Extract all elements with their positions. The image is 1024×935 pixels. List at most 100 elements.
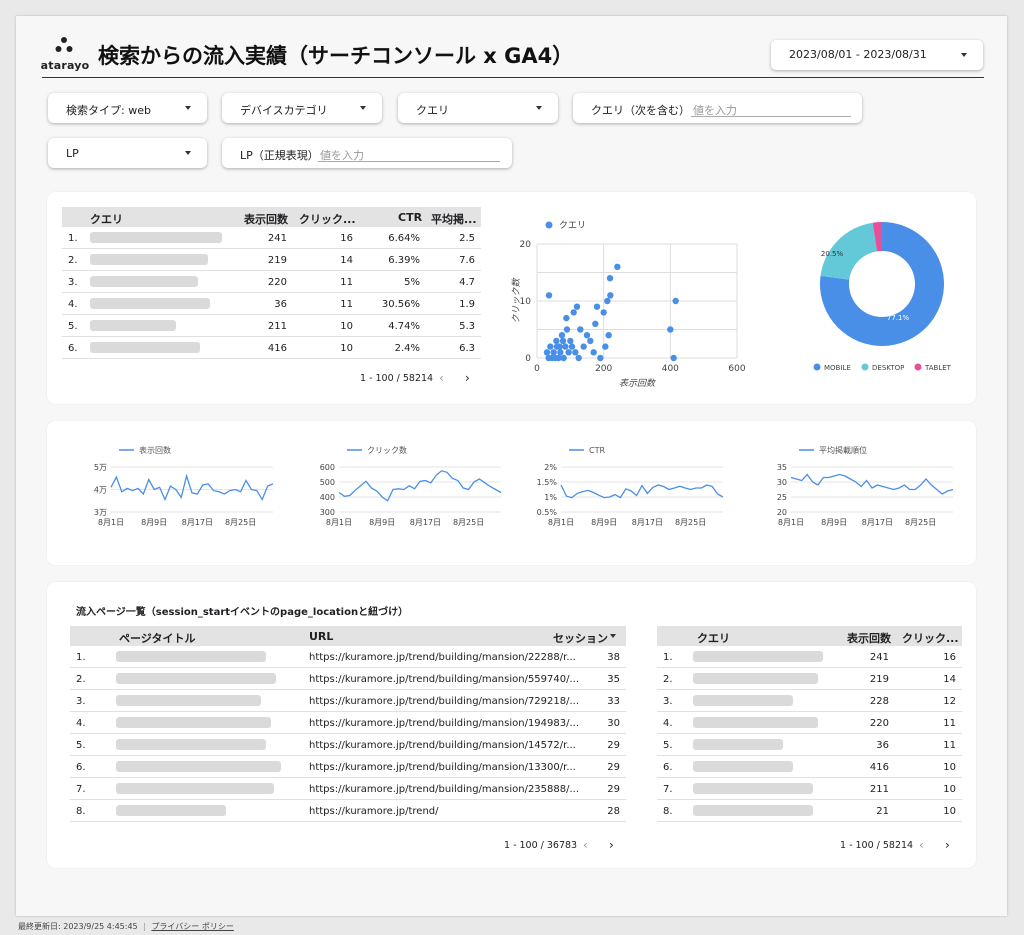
query-filter-label: クエリ [416,104,449,117]
table-row[interactable]: 1. 241 16 [657,646,962,668]
trend-panel: 表示回数 5万 4万 3万 8月1日 8月9日 8月17日 8月25日 クリック数 600 500… [47,421,976,565]
clicks-cell: 10 [340,321,353,332]
landing-pages-title: 流入ページ一覧（session_startイベントのpage_locationと… [76,607,409,618]
legend-dot [813,363,821,371]
col-impressions[interactable]: 表示回数 [847,630,891,646]
chevron-down-icon [536,106,542,110]
prev-page-icon[interactable]: ‹ [919,838,924,852]
col-url[interactable]: URL [309,630,333,643]
table-row[interactable]: 2. 219 14 6.39% 7.6 [62,249,481,271]
row-number: 3. [663,696,673,707]
date-range-picker[interactable]: 2023/08/01 - 2023/08/31 [771,40,983,70]
col-query[interactable]: クエリ [697,630,730,646]
col-impressions[interactable]: 表示回数 [244,211,288,227]
lp-filter-label: LP [66,147,79,160]
y-tick-label: 5万 [94,463,107,472]
table-row[interactable]: 3. 220 11 5% 4.7 [62,271,481,293]
redacted-page-title [116,717,271,728]
clicks-cell: 10 [943,806,956,817]
table-row[interactable]: 8. https://kuramore.jp/trend/28 [70,800,626,822]
device-category-filter[interactable]: デバイスカテゴリ [222,93,382,123]
table-row[interactable]: 1. 241 16 6.64% 2.5 [62,227,481,249]
landing-pages-panel: 流入ページ一覧（session_startイベントのpage_locationと… [47,582,976,868]
col-ctr[interactable]: CTR [398,211,422,224]
table-row[interactable]: 7. https://kuramore.jp/trend/building/man… [70,778,626,800]
page-title: 検索からの流入実績（サーチコンソール x GA4） [98,44,574,68]
table-row[interactable]: 6. 416 10 2.4% 6.3 [62,337,481,359]
redacted-query [90,320,176,331]
scatter-point [590,349,597,356]
col-page-title[interactable]: ページタイトル [119,630,196,646]
next-page-icon[interactable]: › [945,838,950,852]
query-table-header: クエリ 表示回数 クリック... CTR 平均掲... [62,207,481,227]
x-tick-label: 8月25日 [675,518,706,527]
next-page-icon[interactable]: › [609,838,614,852]
legend-dot [861,363,869,371]
redacted-page-title [116,673,276,684]
table-row[interactable]: 3. 228 12 [657,690,962,712]
impressions-cell: 21 [876,806,889,817]
atarayo-logo: atarayo [40,36,90,82]
url-cell: https://kuramore.jp/trend/building/mansi… [309,740,576,751]
avg-position-cell: 6.3 [459,343,475,354]
prev-page-icon[interactable]: ‹ [439,371,444,385]
table-row[interactable]: 4. 36 11 30.56% 1.9 [62,293,481,315]
query-table2-header: クエリ 表示回数 クリック... [657,626,962,646]
scatter-point [670,354,677,362]
table-row[interactable]: 3. https://kuramore.jp/trend/building/man… [70,690,626,712]
impressions-cell: 211 [267,321,287,332]
row-number: 5. [76,740,86,751]
avg-position-cell: 5.3 [459,321,475,332]
table-row[interactable]: 6. 416 10 [657,756,962,778]
clicks-cell: 10 [340,343,353,354]
y-tick-label: 20 [777,508,787,517]
next-page-icon[interactable]: › [465,371,470,385]
impressions-cell: 241 [869,652,889,663]
y-tick-label: 600 [320,463,335,472]
query-contains-input[interactable]: 値を入力 [691,98,851,117]
privacy-policy-link[interactable]: プライバシー ポリシー [151,922,233,931]
last-updated: 最終更新日: 2023/9/25 4:45:45 [18,922,138,931]
table-row[interactable]: 2. https://kuramore.jp/trend/building/man… [70,668,626,690]
col-avg-position[interactable]: 平均掲... [431,211,477,227]
scatter-point [575,354,582,362]
ctr-cell: 30.56% [381,299,420,310]
col-clicks[interactable]: クリック... [902,630,959,646]
lp-regex-input[interactable]: 値を入力 [318,143,500,162]
table-row[interactable]: 6. https://kuramore.jp/trend/building/man… [70,756,626,778]
col-query[interactable]: クエリ [90,211,123,227]
query-filter[interactable]: クエリ [398,93,558,123]
redacted-query [90,276,198,287]
search-type-filter[interactable]: 検索タイプ: web [48,93,207,123]
row-number: 3. [68,277,78,288]
prev-page-icon[interactable]: ‹ [583,838,588,852]
table-row[interactable]: 5. 36 11 [657,734,962,756]
table-row[interactable]: 4. 220 11 [657,712,962,734]
scatter-point [558,332,566,339]
col-sessions[interactable]: セッション [553,630,608,646]
x-tick-label: 200 [595,364,612,374]
table-row[interactable]: 2. 219 14 [657,668,962,690]
col-clicks[interactable]: クリック... [299,211,356,227]
table-row[interactable]: 5. 211 10 4.74% 5.3 [62,315,481,337]
scatter-point [557,349,564,356]
scatter-point [572,349,579,356]
y-tick-label: 30 [777,478,787,487]
clicks-cell: 16 [943,652,956,663]
scatter-point [545,292,553,299]
table-row[interactable]: 1. https://kuramore.jp/trend/building/man… [70,646,626,668]
y-tick-label: 1% [544,493,557,502]
x-tick-label: 8月17日 [182,518,213,527]
lp-filter[interactable]: LP [48,138,207,168]
table-row[interactable]: 8. 21 10 [657,800,962,822]
series-line [790,473,954,495]
table-row[interactable]: 5. https://kuramore.jp/trend/building/man… [70,734,626,756]
avg-position-cell: 2.5 [459,233,475,244]
sort-desc-icon[interactable] [610,634,616,638]
table-row[interactable]: 4. https://kuramore.jp/trend/building/man… [70,712,626,734]
url-cell: https://kuramore.jp/trend/building/mansi… [309,784,580,795]
y-tick-label: 25 [777,493,787,502]
table-row[interactable]: 7. 211 10 [657,778,962,800]
series-line [110,473,274,502]
query-table-pager: 1 - 100 / 58214 [360,373,434,384]
